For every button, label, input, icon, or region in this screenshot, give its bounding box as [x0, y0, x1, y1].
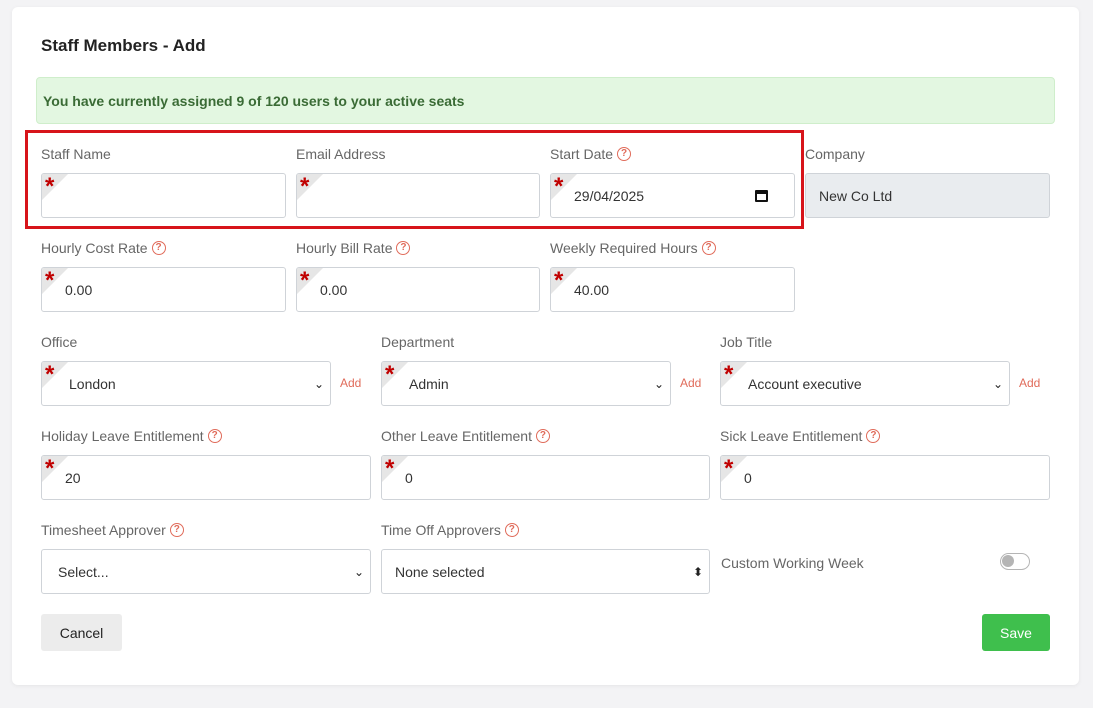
- chevron-down-icon: ⌄: [353, 564, 365, 579]
- help-icon[interactable]: ?: [207, 429, 222, 443]
- hourly-bill-label: Hourly Bill Rate ?: [296, 240, 411, 256]
- toggle-knob: [1002, 555, 1014, 567]
- help-icon[interactable]: ?: [504, 523, 519, 537]
- other-leave-label: Other Leave Entitlement ?: [381, 428, 550, 444]
- job-title-label: Job Title: [720, 334, 773, 350]
- page-title: Staff Members - Add: [41, 36, 206, 55]
- required-marker: *: [45, 361, 55, 388]
- chevron-down-icon: ⌄: [992, 376, 1004, 391]
- job-title-select[interactable]: * Account executive ⌄: [720, 361, 1010, 406]
- hourly-cost-input[interactable]: * 0.00: [41, 267, 286, 312]
- hourly-bill-input[interactable]: * 0.00: [296, 267, 540, 312]
- help-icon[interactable]: ?: [169, 523, 184, 537]
- sick-leave-label: Sick Leave Entitlement ?: [720, 428, 881, 444]
- add-job-title-link[interactable]: Add: [1019, 376, 1040, 390]
- other-leave-input[interactable]: * 0: [381, 455, 710, 500]
- required-marker: *: [45, 267, 55, 294]
- chevron-down-icon: ⌄: [653, 376, 665, 391]
- company-field: New Co Ltd: [805, 173, 1050, 218]
- required-marker: *: [724, 455, 734, 482]
- timesheet-approver-label: Timesheet Approver ?: [41, 522, 184, 538]
- required-marker: *: [724, 361, 734, 388]
- hourly-cost-label: Hourly Cost Rate ?: [41, 240, 166, 256]
- office-label: Office: [41, 334, 78, 350]
- help-icon[interactable]: ?: [396, 241, 411, 255]
- weekly-hours-label: Weekly Required Hours ?: [550, 240, 716, 256]
- custom-working-week-toggle[interactable]: [1000, 553, 1030, 570]
- time-off-approvers-select[interactable]: None selected ⬍: [381, 549, 710, 594]
- help-icon[interactable]: ?: [151, 241, 166, 255]
- required-marker: *: [385, 361, 395, 388]
- office-select[interactable]: * London ⌄: [41, 361, 331, 406]
- save-button[interactable]: Save: [982, 614, 1050, 651]
- timesheet-approver-select[interactable]: Select... ⌄: [41, 549, 371, 594]
- holiday-leave-label: Holiday Leave Entitlement ?: [41, 428, 222, 444]
- time-off-approvers-label: Time Off Approvers ?: [381, 522, 519, 538]
- required-marker: *: [554, 267, 564, 294]
- department-select[interactable]: * Admin ⌄: [381, 361, 671, 406]
- department-label: Department: [381, 334, 455, 350]
- custom-working-week-label: Custom Working Week: [721, 555, 864, 571]
- add-department-link[interactable]: Add: [680, 376, 701, 390]
- chevron-down-icon: ⌄: [313, 376, 325, 391]
- add-office-link[interactable]: Add: [340, 376, 361, 390]
- help-icon[interactable]: ?: [535, 429, 550, 443]
- help-icon[interactable]: ?: [866, 429, 881, 443]
- company-label: Company: [805, 146, 865, 162]
- required-marker: *: [385, 455, 395, 482]
- seats-alert: You have currently assigned 9 of 120 use…: [36, 77, 1055, 124]
- highlight-box: [25, 130, 804, 229]
- weekly-hours-input[interactable]: * 40.00: [550, 267, 795, 312]
- cancel-button[interactable]: Cancel: [41, 614, 122, 651]
- help-icon[interactable]: ?: [701, 241, 716, 255]
- required-marker: *: [45, 455, 55, 482]
- up-down-icon: ⬍: [692, 564, 704, 579]
- required-marker: *: [300, 267, 310, 294]
- sick-leave-input[interactable]: * 0: [720, 455, 1050, 500]
- holiday-leave-input[interactable]: * 20: [41, 455, 371, 500]
